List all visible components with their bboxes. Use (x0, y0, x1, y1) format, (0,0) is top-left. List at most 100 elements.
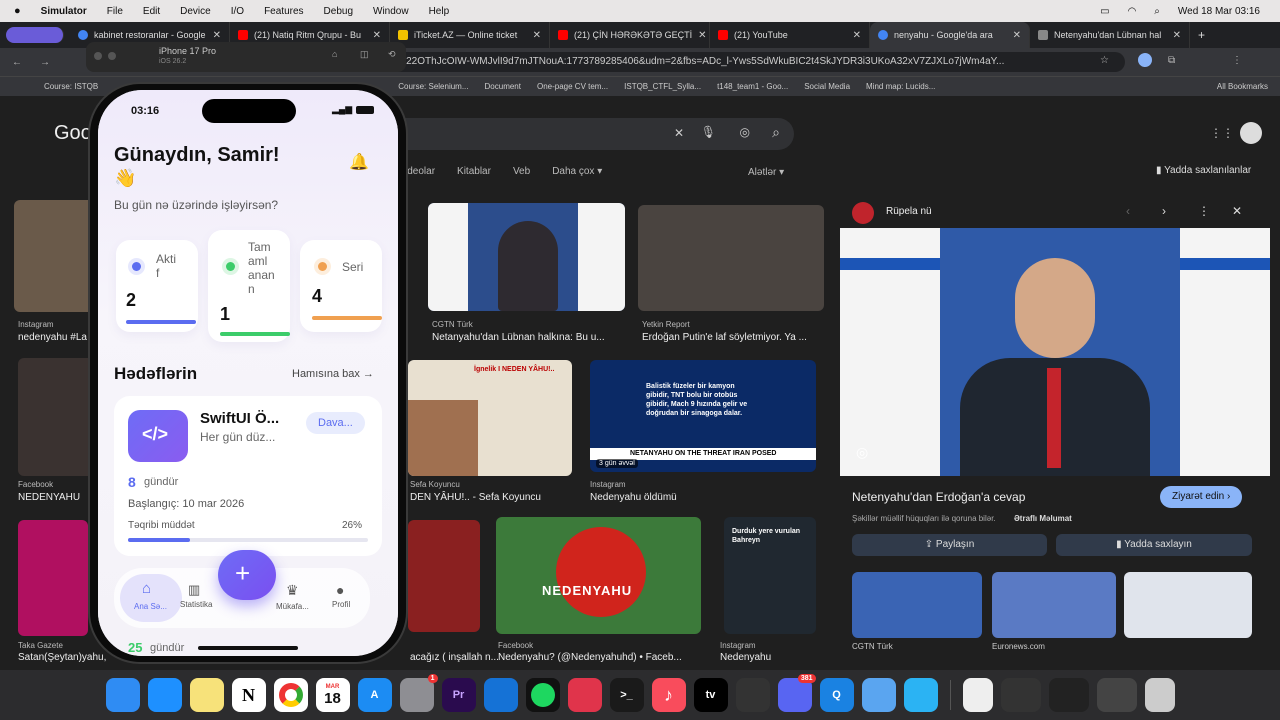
bookmark-item[interactable]: One-page CV tem... (537, 82, 608, 91)
profile-icon[interactable] (1138, 53, 1152, 67)
menu-edit[interactable]: Edit (143, 6, 160, 17)
mic-icon[interactable]: 🎙 (701, 125, 716, 139)
stat-card-active[interactable]: Akti f 2 (116, 240, 198, 332)
bookmark-item[interactable]: Course: Selenium... (398, 82, 468, 91)
bookmark-item[interactable]: t148_team1 - Goo... (717, 82, 788, 91)
safari-icon[interactable] (147, 678, 182, 712)
screenshot-icon[interactable]: ◫ (360, 49, 369, 60)
image-result[interactable]: NEDENYAHU (496, 517, 701, 634)
search-input[interactable]: ✕ 🎙 ◎ ⌕ (380, 118, 794, 150)
apps-grid-icon[interactable]: ⋮⋮ (1210, 126, 1234, 140)
menu-file[interactable]: File (107, 6, 123, 17)
menu-app-name[interactable]: Simulator (41, 6, 87, 17)
app-store-icon[interactable]: A (357, 678, 392, 712)
image-result[interactable] (18, 358, 98, 476)
finder-icon[interactable] (105, 678, 140, 712)
discord-icon[interactable]: 381 (777, 674, 816, 712)
home-icon[interactable]: ⌂ (142, 580, 151, 597)
share-button[interactable]: ⇪ Paylaşın (852, 534, 1047, 556)
spotify-icon[interactable] (525, 678, 560, 712)
close-icon[interactable]: ✕ (1232, 204, 1242, 218)
tools-button[interactable]: Alətlər ▾ (748, 167, 784, 178)
wifi-icon[interactable]: ◠ (1128, 6, 1137, 17)
menu-clock[interactable]: Wed 18 Mar 03:16 (1178, 6, 1260, 17)
obs-icon[interactable] (735, 678, 770, 712)
calendar-icon[interactable]: MAR 18 (315, 678, 350, 712)
bookmark-item[interactable]: Document (485, 82, 521, 91)
close-icon[interactable]: ✕ (533, 30, 541, 41)
related-image[interactable] (1124, 572, 1252, 638)
lens-icon[interactable]: ◎ (740, 125, 750, 139)
tab-group-chip[interactable] (6, 27, 64, 43)
result-title[interactable]: DEN YÂHU!.. - Sefa Koyuncu (410, 492, 541, 503)
browser-tab[interactable]: (21) YouTube ✕ (710, 22, 870, 48)
trophy-icon[interactable]: ♛ (286, 582, 299, 599)
result-title[interactable]: Satan(Şeytan)yahu, (18, 652, 106, 663)
filter-more[interactable]: Daha çox ▾ (552, 166, 602, 177)
browser-tab-active[interactable]: nenyahu - Google'da ara ✕ (870, 22, 1030, 48)
recent-doc-icon[interactable] (1096, 678, 1137, 712)
menu-window[interactable]: Window (373, 6, 409, 17)
menu-device[interactable]: Device (180, 6, 211, 17)
menu-features[interactable]: Features (264, 6, 303, 17)
browser-tab[interactable]: iTicket.AZ — Online ticket ✕ (390, 22, 550, 48)
preview-image[interactable]: ◎ (840, 228, 1270, 476)
image-result[interactable] (18, 520, 88, 636)
result-title[interactable]: Nedenyahu (720, 652, 771, 663)
close-icon[interactable]: ✕ (1173, 30, 1181, 41)
more-info-link[interactable]: Ətraflı Məlumat (1014, 514, 1072, 523)
rotate-icon[interactable]: ⟲ (388, 49, 396, 60)
visit-button[interactable]: Ziyarət edin › (1160, 486, 1243, 508)
system-settings-icon[interactable]: 1 (399, 674, 438, 712)
chart-icon[interactable]: ▥ (188, 582, 200, 598)
battery-icon[interactable]: ▭ (1100, 6, 1109, 17)
close-icon[interactable]: ✕ (1013, 30, 1021, 41)
filter-web[interactable]: Veb (513, 166, 530, 177)
terminal-icon[interactable]: >_ (609, 678, 644, 712)
bookmark-item[interactable]: Mind map: Lucids... (866, 82, 935, 91)
all-bookmarks[interactable]: All Bookmarks (1217, 82, 1268, 91)
chrome-icon[interactable] (273, 678, 308, 712)
prev-icon[interactable]: ‹ (1126, 204, 1130, 218)
bell-icon[interactable]: 🔔 (349, 152, 369, 172)
result-title[interactable]: nedenyahu #La (18, 332, 87, 343)
window-minimize-button[interactable] (108, 52, 116, 60)
clear-icon[interactable]: ✕ (674, 126, 684, 140)
see-all-link[interactable]: Hamısına bax → (292, 368, 374, 380)
result-title[interactable]: acağız ( inşallah n... (410, 652, 499, 663)
simulator-icon[interactable] (861, 678, 896, 712)
close-icon[interactable]: ✕ (373, 30, 381, 41)
result-title[interactable]: Erdoğan Putin'e laf söyletmiyor. Ya ... (642, 332, 807, 343)
preview-source[interactable]: Rüpela nü (886, 206, 932, 217)
result-title[interactable]: NEDENYAHU (18, 492, 80, 503)
bookmark-item[interactable]: Social Media (804, 82, 850, 91)
image-result[interactable] (408, 520, 480, 632)
browser-tab[interactable]: (21) ÇİN HƏRƏKƏTƏ GEÇTİ ✕ (550, 22, 710, 48)
image-result[interactable] (638, 205, 824, 311)
image-result[interactable] (428, 203, 625, 311)
premiere-icon[interactable]: Pr (441, 678, 476, 712)
window-close-button[interactable] (94, 52, 102, 60)
lens-icon[interactable]: ◎ (856, 444, 868, 461)
image-result[interactable]: Balistik füzeler bir kamyon gibidir, TNT… (590, 360, 816, 472)
save-button[interactable]: ▮ Yadda saxlayın (1056, 534, 1252, 556)
bookmark-item[interactable]: ISTQB_CTFL_Sylla... (624, 82, 701, 91)
next-icon[interactable]: › (1162, 204, 1166, 218)
notes-icon[interactable] (189, 678, 224, 712)
search-icon[interactable]: ⌕ (772, 124, 780, 141)
apple-tv-icon[interactable]: tv (693, 678, 728, 712)
recent-doc-icon[interactable] (1000, 678, 1041, 712)
profile-icon[interactable]: ● (336, 582, 344, 598)
quicktime-icon[interactable]: Q (819, 678, 854, 712)
music-icon[interactable]: ♪ (651, 678, 686, 712)
image-result[interactable]: Durduk yere vurulan Bahreyn (724, 517, 816, 634)
tab-home[interactable]: Ana Sə... (134, 602, 167, 611)
bookmark-item[interactable]: Course: ISTQB (44, 82, 98, 91)
result-title[interactable]: Netanyahu'dan Lübnan halkına: Bu u... (432, 332, 605, 343)
result-title[interactable]: Nedenyahu? (@Nedenyahuhd) • Faceb... (498, 652, 682, 663)
tab-rewards[interactable]: Mükafa... (276, 602, 309, 611)
forward-icon[interactable]: → (40, 57, 50, 68)
image-result[interactable] (14, 200, 94, 312)
result-title[interactable]: Nedenyahu öldümü (590, 492, 677, 503)
app-window-icon[interactable] (903, 678, 938, 712)
